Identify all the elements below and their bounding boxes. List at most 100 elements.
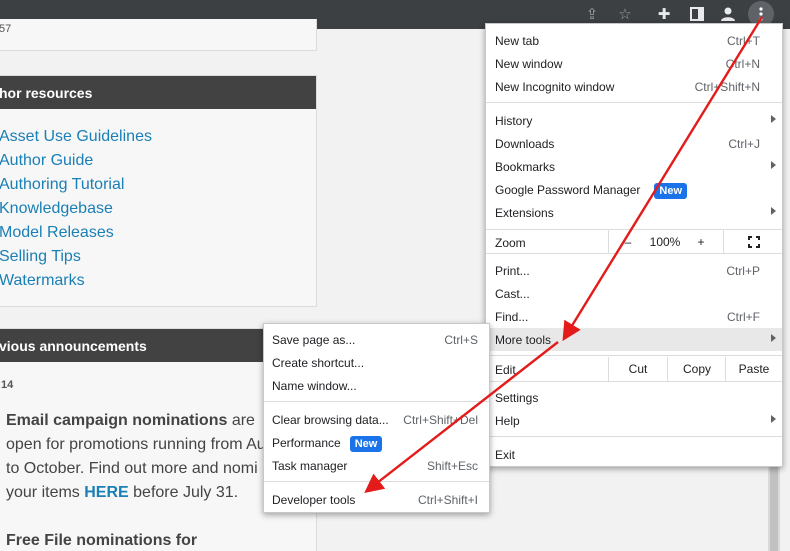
menu-item-password-manager[interactable]: Google Password Manager New	[486, 178, 782, 201]
menu-item-label: Cast...	[495, 287, 530, 301]
fullscreen-button[interactable]	[725, 230, 782, 253]
resource-link[interactable]: Authoring Tutorial	[0, 173, 316, 197]
paste-button[interactable]: Paste	[726, 357, 782, 381]
menu-item-label: Performance	[272, 436, 341, 451]
menu-item-label: Print...	[495, 264, 530, 278]
star-icon[interactable]: ☆	[613, 3, 637, 25]
menu-item-label: Extensions	[495, 206, 554, 220]
side-panel-icon[interactable]	[685, 3, 709, 25]
menu-item-label: New Incognito window	[495, 80, 615, 94]
menu-item-settings[interactable]: Settings	[486, 386, 782, 409]
here-link[interactable]: HERE	[84, 484, 128, 501]
resource-link[interactable]: Asset Use Guidelines	[0, 125, 316, 149]
author-resources-list: Asset Use Guidelines Author Guide Author…	[0, 109, 316, 293]
zoom-divider	[608, 230, 609, 253]
menu-item-new-incognito[interactable]: New Incognito window Ctrl+Shift+N	[486, 75, 782, 98]
announcement-text-span: open for promotions running from Au	[6, 436, 266, 453]
zoom-in-button[interactable]: +	[686, 230, 716, 253]
announcement-text-span: your items	[6, 484, 85, 501]
announcement-bold: Free File nominations for	[6, 532, 198, 549]
announcement-text: Email campaign nominations are open for …	[0, 391, 299, 551]
menu-item-label: New window	[495, 57, 563, 71]
resource-link[interactable]: Author Guide	[0, 149, 316, 173]
menu-item-cast[interactable]: Cast...	[486, 282, 782, 305]
chevron-right-icon	[771, 334, 776, 342]
menu-item-bookmarks[interactable]: Bookmarks	[486, 155, 782, 178]
zoom-out-button[interactable]: –	[610, 230, 646, 253]
scrollbar[interactable]	[768, 467, 780, 551]
menu-item-label: More tools	[495, 333, 552, 347]
submenu-item-performance[interactable]: Performance New	[264, 431, 489, 454]
submenu-item-save-page[interactable]: Save page as... Ctrl+S	[264, 328, 489, 351]
submenu-item-task-manager[interactable]: Task manager Shift+Esc	[264, 454, 489, 477]
menu-divider	[264, 481, 489, 482]
menu-item-label: Downloads	[495, 137, 555, 151]
menu-shortcut: Ctrl+S	[444, 333, 478, 347]
more-tools-submenu: Save page as... Ctrl+S Create shortcut...…	[263, 323, 490, 513]
extensions-icon[interactable]: ✚	[652, 3, 676, 25]
menu-item-print[interactable]: Print... Ctrl+P	[486, 259, 782, 282]
menu-item-history[interactable]: History	[486, 109, 782, 132]
menu-item-new-tab[interactable]: New tab Ctrl+T	[486, 29, 782, 52]
top-stub-text: 57	[0, 23, 12, 35]
author-resources-card: hor resources Asset Use Guidelines Autho…	[0, 75, 317, 307]
announcement-bold: Email campaign nominations	[6, 412, 228, 429]
menu-shortcut: Ctrl+T	[727, 34, 760, 48]
menu-shortcut: Ctrl+J	[728, 137, 760, 151]
cut-button[interactable]: Cut	[609, 357, 667, 381]
menu-shortcut: Ctrl+P	[726, 264, 760, 278]
menu-item-help[interactable]: Help	[486, 409, 782, 432]
author-resources-heading: hor resources	[0, 76, 316, 109]
resource-link[interactable]: Selling Tips	[0, 245, 316, 269]
edit-label: Edit	[495, 363, 516, 377]
copy-button[interactable]: Copy	[668, 357, 726, 381]
menu-item-exit[interactable]: Exit	[486, 443, 782, 466]
menu-divider	[264, 401, 489, 402]
menu-divider	[486, 355, 782, 356]
submenu-item-create-shortcut[interactable]: Create shortcut...	[264, 351, 489, 374]
submenu-item-name-window[interactable]: Name window...	[264, 374, 489, 397]
menu-edit-row: Edit Cut Copy Paste	[486, 357, 782, 381]
announcement-text-span: to October. Find out more and nomi	[6, 460, 258, 477]
menu-item-new-window[interactable]: New window Ctrl+N	[486, 52, 782, 75]
menu-divider	[486, 436, 782, 437]
zoom-divider	[723, 230, 724, 253]
menu-item-extensions[interactable]: Extensions	[486, 201, 782, 224]
menu-divider	[486, 381, 782, 382]
menu-item-label: Save page as...	[272, 333, 356, 347]
zoom-level: 100%	[649, 234, 681, 249]
announcement-text-span: before July 31.	[128, 484, 239, 501]
menu-item-label: Name window...	[272, 379, 357, 393]
menu-item-label: Developer tools	[272, 493, 356, 507]
menu-shortcut: Ctrl+Shift+N	[694, 80, 760, 94]
menu-item-label: History	[495, 114, 533, 128]
menu-shortcut: Shift+Esc	[426, 459, 478, 473]
submenu-item-developer-tools[interactable]: Developer tools Ctrl+Shift+I	[264, 488, 489, 511]
menu-item-label: Find...	[495, 310, 529, 324]
resource-link[interactable]: Knowledgebase	[0, 197, 316, 221]
profile-icon[interactable]	[716, 3, 740, 25]
menu-item-label: Help	[495, 414, 520, 428]
menu-item-more-tools[interactable]: More tools	[486, 328, 782, 351]
share-icon[interactable]: ⇪	[580, 3, 604, 25]
chevron-right-icon	[771, 115, 776, 123]
chevron-right-icon	[771, 415, 776, 423]
menu-shortcut: Ctrl+F	[727, 310, 760, 324]
menu-item-label: New tab	[495, 34, 540, 48]
menu-item-find[interactable]: Find... Ctrl+F	[486, 305, 782, 328]
menu-item-label: Exit	[495, 448, 516, 462]
menu-item-label-group: Performance New	[272, 436, 383, 452]
menu-item-label: Settings	[495, 391, 539, 405]
menu-item-downloads[interactable]: Downloads Ctrl+J	[486, 132, 782, 155]
menu-divider	[486, 253, 782, 254]
menu-item-label: Clear browsing data...	[272, 413, 389, 427]
menu-shortcut: Ctrl+Shift+Del	[403, 413, 478, 427]
menu-item-label: Google Password Manager	[495, 183, 641, 198]
menu-item-label: Bookmarks	[495, 160, 556, 174]
submenu-item-clear-browsing[interactable]: Clear browsing data... Ctrl+Shift+Del	[264, 408, 489, 431]
resource-link[interactable]: Watermarks	[0, 269, 316, 293]
announcement-text-span: are	[227, 412, 255, 429]
scroll-thumb[interactable]	[770, 467, 778, 551]
new-badge: New	[654, 183, 688, 199]
resource-link[interactable]: Model Releases	[0, 221, 316, 245]
